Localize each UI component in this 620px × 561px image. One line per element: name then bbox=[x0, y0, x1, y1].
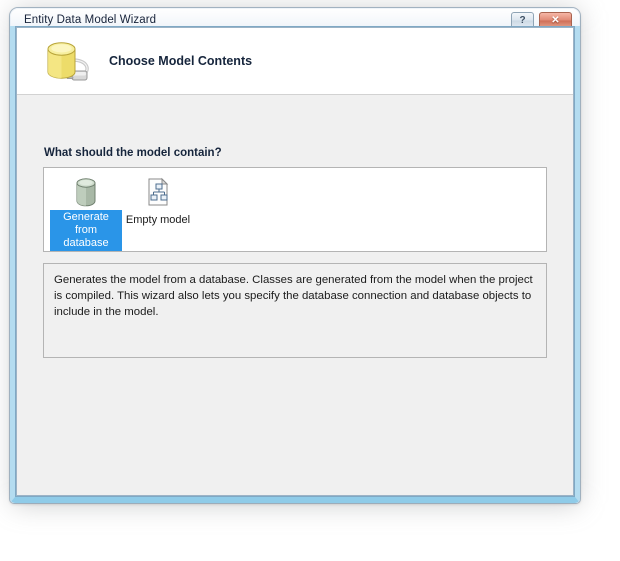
dialog-footer: < Previous Next > Finish Cancel bbox=[17, 484, 573, 495]
model-contents-list[interactable]: Generate from database Empty model bbox=[43, 167, 547, 252]
description-panel: Generates the model from a database. Cla… bbox=[43, 263, 547, 358]
database-plug-icon bbox=[42, 39, 98, 85]
header-banner: Choose Model Contents bbox=[17, 28, 573, 95]
model-option-generate-from-database[interactable]: Generate from database bbox=[50, 174, 122, 251]
page-title: Choose Model Contents bbox=[109, 54, 253, 68]
desktop-background: Entity Data Model Wizard ? ✕ Choose Mode… bbox=[0, 0, 620, 561]
empty-model-document-icon bbox=[122, 174, 194, 210]
model-option-label: Empty model bbox=[125, 214, 191, 226]
description-text: Generates the model from a database. Cla… bbox=[54, 274, 533, 318]
model-option-empty-model[interactable]: Empty model bbox=[122, 174, 194, 228]
entity-data-model-wizard-window: Entity Data Model Wizard ? ✕ Choose Mode… bbox=[10, 8, 580, 503]
window-title: Entity Data Model Wizard bbox=[24, 14, 157, 26]
prompt-label: What should the model contain? bbox=[44, 147, 222, 159]
database-cylinder-icon bbox=[50, 174, 122, 210]
dialog-client-area: Choose Model Contents What should the mo… bbox=[16, 27, 574, 496]
dialog-body: What should the model contain? Generate … bbox=[17, 96, 573, 495]
model-option-label: Generate from database bbox=[50, 210, 122, 251]
